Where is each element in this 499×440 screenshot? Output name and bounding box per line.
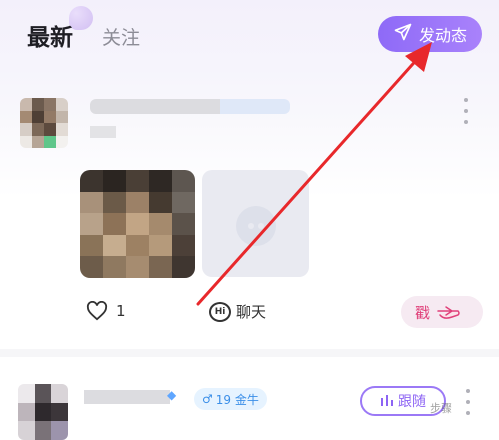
pointing-hand-icon <box>437 306 460 319</box>
follow-bars-icon <box>381 395 393 406</box>
diamond-icon: ◆ <box>167 388 177 402</box>
post-button-label: 发动态 <box>418 26 467 45</box>
follow-label: 跟随 <box>398 394 426 410</box>
like-button[interactable]: 1 <box>86 301 126 321</box>
username-blurred <box>90 99 290 114</box>
avatar[interactable] <box>20 98 68 148</box>
post-photo-2[interactable] <box>202 170 309 277</box>
post-photo-1[interactable] <box>80 170 195 278</box>
zodiac-label: 19 金牛 <box>215 392 259 407</box>
zodiac-badge: ♂ 19 金牛 <box>194 388 267 410</box>
more-options-icon-2[interactable] <box>463 389 473 415</box>
poke-button[interactable]: 戳 <box>401 296 483 328</box>
tab-following[interactable]: 关注 <box>102 23 140 50</box>
image-placeholder-icon <box>235 205 276 246</box>
watermark: 步骤 <box>430 402 452 415</box>
username-2-blurred <box>84 390 170 404</box>
paper-plane-icon <box>393 22 413 46</box>
post-divider <box>0 349 499 357</box>
chat-button[interactable]: Hi 聊天 <box>209 301 266 322</box>
more-options-icon[interactable] <box>461 98 471 124</box>
like-count: 1 <box>116 302 126 320</box>
chat-label: 聊天 <box>236 303 267 321</box>
heart-icon <box>86 301 108 321</box>
poke-label: 戳 <box>415 303 431 322</box>
user-meta-blurred <box>90 126 116 138</box>
hi-chat-icon: Hi <box>209 301 231 322</box>
post-button[interactable]: 发动态 <box>378 16 482 52</box>
male-icon: ♂ <box>202 392 213 406</box>
avatar-2[interactable] <box>18 384 68 440</box>
tab-latest[interactable]: 最新 <box>27 18 73 52</box>
